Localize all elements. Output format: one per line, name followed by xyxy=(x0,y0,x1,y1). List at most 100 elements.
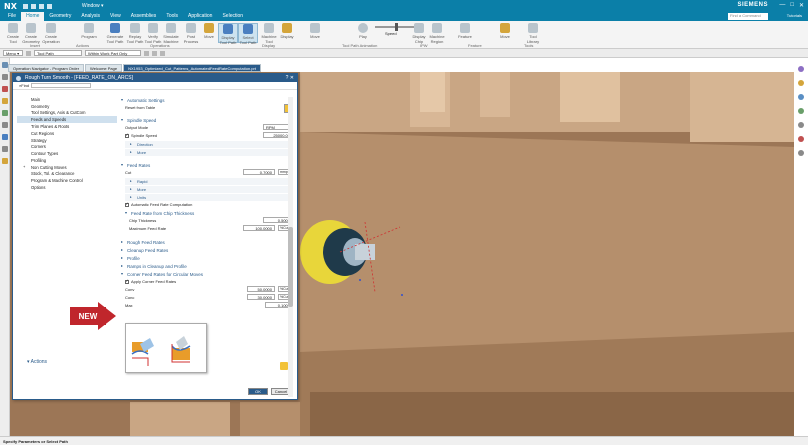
menu-view[interactable]: View xyxy=(105,12,126,21)
nav-item-tool-settings[interactable]: Tool Settings, Axis & CutCom xyxy=(17,110,117,117)
section-spindle-speed[interactable]: Spindle Speed xyxy=(121,117,297,124)
tab-welcome-page[interactable]: Welcome Page xyxy=(85,64,123,72)
subsection-more[interactable]: More xyxy=(125,149,293,156)
generate-tool-path-button[interactable]: Generate Tool Path xyxy=(104,23,126,44)
create-tool-button[interactable]: Create Tool xyxy=(4,23,22,44)
section-automatic-settings[interactable]: Automatic Settings xyxy=(121,97,297,104)
select-tool-path-button[interactable]: Select Tool Path xyxy=(238,23,258,45)
subsection-direction[interactable]: Direction xyxy=(125,141,293,148)
nav-item-main[interactable]: Main xyxy=(17,96,117,103)
section-ramps[interactable]: Ramps in Cleanup and Profile xyxy=(121,263,297,270)
redo-icon[interactable] xyxy=(38,3,44,9)
auto-feed-checkbox[interactable] xyxy=(125,201,129,207)
window-menu[interactable]: Window ▾ xyxy=(82,3,104,9)
corner-convex-field[interactable]: 50.0000 xyxy=(247,286,275,292)
help-icon[interactable] xyxy=(798,150,804,156)
zoom-icon[interactable] xyxy=(798,94,804,100)
find-input[interactable] xyxy=(31,83,92,88)
program-button[interactable]: Program xyxy=(80,23,98,43)
scrollbar-thumb[interactable] xyxy=(288,227,293,307)
navigator-icon[interactable] xyxy=(1,62,8,68)
type-filter-select[interactable]: Tool Path xyxy=(34,50,82,56)
part-icon[interactable] xyxy=(1,86,8,92)
max-feed-field[interactable]: 100.0000 xyxy=(243,225,275,231)
menu-geometry[interactable]: Geometry xyxy=(44,12,76,21)
apply-corner-checkbox[interactable] xyxy=(125,278,129,284)
section-cleanup-feed[interactable]: Cleanup Feed Rates xyxy=(121,247,297,254)
section-corner-feed[interactable]: Corner Feed Rates for Circular Moves xyxy=(121,271,297,278)
pan-icon[interactable] xyxy=(798,108,804,114)
process-icon[interactable] xyxy=(1,146,8,152)
cut-feed-field[interactable]: 0.7000 xyxy=(243,169,275,175)
animation-move-button[interactable]: Move xyxy=(306,23,324,43)
section-feed-rates[interactable]: Feed Rates xyxy=(121,162,297,169)
feature-move-button[interactable]: Move xyxy=(496,23,514,43)
close-icon[interactable]: ✕ xyxy=(799,2,804,9)
pencil-icon[interactable] xyxy=(280,362,288,370)
replay-tool-path-button[interactable]: Replay Tool Path xyxy=(126,23,144,44)
nav-item-feeds-speeds[interactable]: Feeds and Speeds xyxy=(17,116,117,124)
section-feed-from-chip[interactable]: Feed Rate from Chip Thickness xyxy=(125,210,297,217)
rotate-icon[interactable] xyxy=(798,80,804,86)
nav-item-trim-planes[interactable]: Trim Planes & Roots xyxy=(17,123,117,130)
display-options-button[interactable]: Display xyxy=(278,23,296,43)
snap-icon[interactable] xyxy=(152,50,157,56)
menu-home[interactable]: Home xyxy=(21,12,45,21)
tab-part-file[interactable]: NX1953_Optimized_Cut_Patterns_AutomatedF… xyxy=(123,64,261,72)
subsection-units[interactable]: Units xyxy=(125,194,293,201)
create-operation-button[interactable]: Create Operation xyxy=(42,23,60,44)
tab-operation-navigator[interactable]: Operation Navigator - Program Order xyxy=(8,64,85,72)
copy-icon[interactable] xyxy=(46,3,52,9)
roles-icon[interactable] xyxy=(1,110,8,116)
menu-analysis[interactable]: Analysis xyxy=(76,12,105,21)
history-icon[interactable] xyxy=(1,74,8,80)
menu-dropdown[interactable]: Menu ▾ xyxy=(3,50,23,56)
ok-button[interactable]: OK xyxy=(248,388,268,395)
reuse-library-icon[interactable] xyxy=(1,98,8,104)
post-process-button[interactable]: Post Process xyxy=(182,23,200,44)
menu-assemblies[interactable]: Assemblies xyxy=(126,12,162,21)
nav-item-cut-regions[interactable]: Cut Regions xyxy=(17,130,117,137)
dialog-scrollbar[interactable] xyxy=(288,97,293,397)
subsection-more-feeds[interactable]: More xyxy=(125,186,293,193)
save-icon[interactable] xyxy=(22,3,28,9)
minimize-icon[interactable]: — xyxy=(779,2,785,9)
nav-item-profiling[interactable]: Profiling xyxy=(17,157,117,164)
machine-region-button[interactable]: Machine Region xyxy=(428,23,446,44)
nav-item-geometry[interactable]: Geometry xyxy=(17,103,117,110)
dialog-close-icon[interactable]: ? ✕ xyxy=(286,74,294,82)
machine-navigator-icon[interactable] xyxy=(1,134,8,140)
section-rough-feed[interactable]: Rough Feed Rates xyxy=(121,239,297,246)
corner-concave-field[interactable]: 30.0000 xyxy=(247,294,275,300)
simulate-machine-button[interactable]: Simulate Machine xyxy=(162,23,180,44)
move-button[interactable]: Move xyxy=(200,23,218,43)
nav-item-strategy[interactable]: Strategy xyxy=(17,137,117,144)
menu-file[interactable]: File xyxy=(3,12,21,21)
section-profile[interactable]: Profile xyxy=(121,255,297,262)
nav-item-stock-tol[interactable]: Stock, Tol. & Clearance xyxy=(17,171,117,178)
tool-library-button[interactable]: Tool Library xyxy=(524,23,542,44)
filter-icon[interactable] xyxy=(26,50,31,56)
machine-tool-button[interactable]: Machine Tool xyxy=(260,23,278,44)
nav-item-contour-types[interactable]: Contour Types xyxy=(17,150,117,157)
nav-item-non-cutting[interactable]: Non Cutting Moves xyxy=(17,164,117,171)
slider-knob[interactable] xyxy=(395,23,398,31)
web-browser-icon[interactable] xyxy=(1,122,8,128)
play-button[interactable]: Play xyxy=(354,23,372,43)
display-tool-path-button[interactable]: Display Tool Path xyxy=(218,23,238,45)
menu-selection[interactable]: Selection xyxy=(217,12,248,21)
spindle-speed-checkbox[interactable] xyxy=(125,132,129,138)
dialog-title-bar[interactable]: Rough Turn Smooth - [FEED_RATE_ON_ARCS] … xyxy=(13,74,297,82)
feature-button[interactable]: Feature xyxy=(456,23,474,43)
settings-icon[interactable] xyxy=(1,158,8,164)
select-all-icon[interactable] xyxy=(144,50,149,56)
menu-application[interactable]: Application xyxy=(183,12,217,21)
display-chip-button[interactable]: Display Chip xyxy=(410,23,428,44)
nav-item-options[interactable]: Options xyxy=(17,184,117,191)
scope-filter-select[interactable]: Within Work Part Only xyxy=(85,50,141,56)
point-icon[interactable] xyxy=(160,50,165,56)
subsection-rapid[interactable]: Rapid xyxy=(125,178,293,185)
menu-tools[interactable]: Tools xyxy=(161,12,183,21)
nav-item-corners[interactable]: Corners xyxy=(17,143,117,150)
undo-icon[interactable] xyxy=(30,3,36,9)
